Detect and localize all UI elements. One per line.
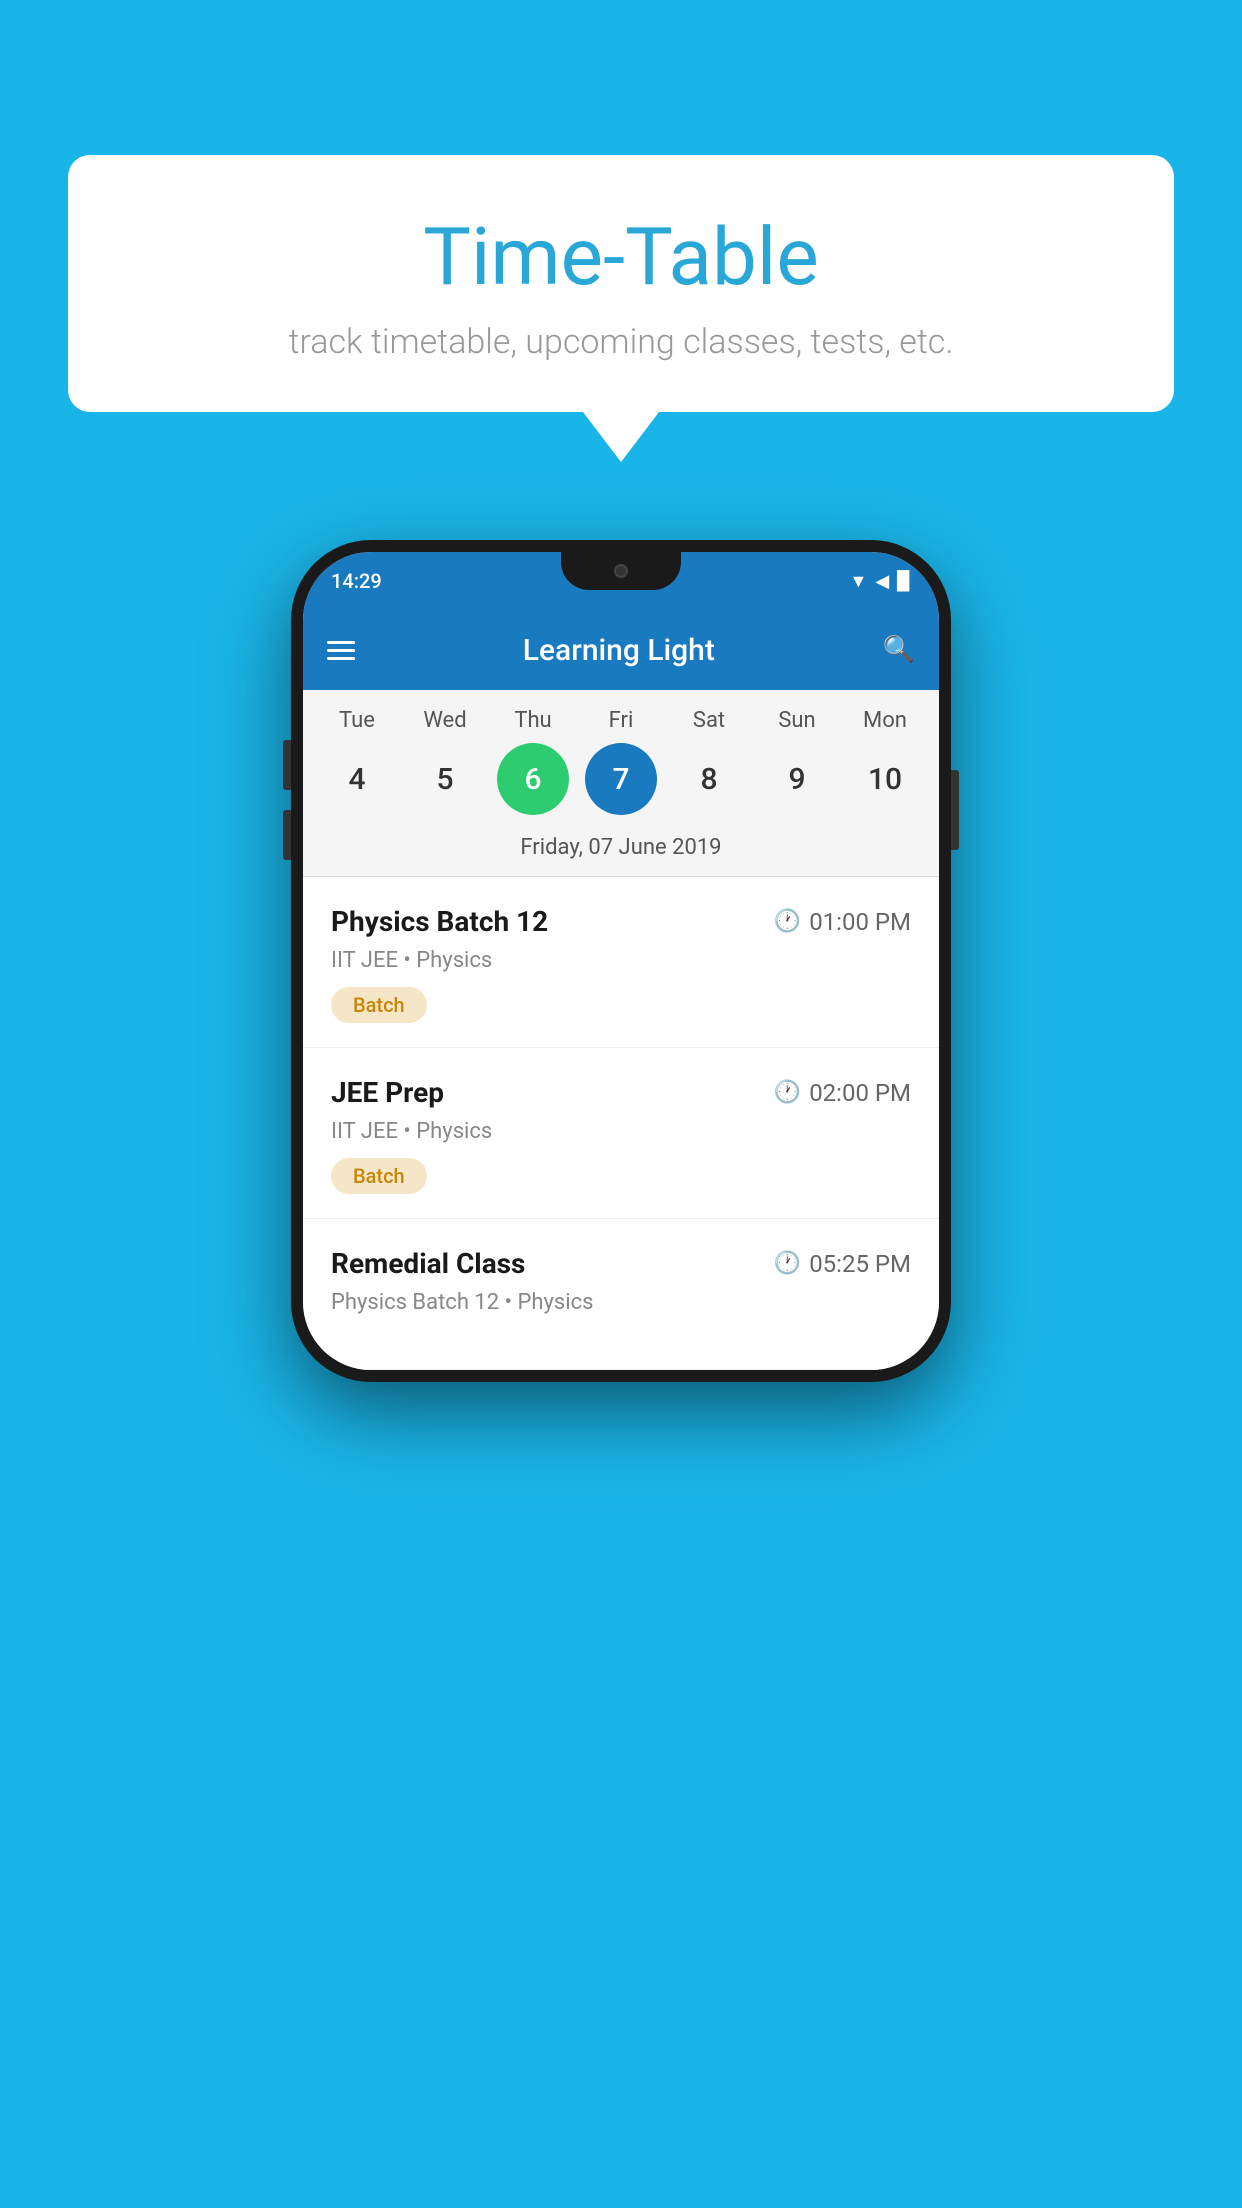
day-names-row: Tue Wed Thu Fri Sat Sun Mon [303, 708, 939, 733]
class-time-1: 🕐 01:00 PM [774, 908, 911, 936]
volume-down-button [283, 810, 291, 860]
class-time-3: 🕐 05:25 PM [774, 1250, 911, 1278]
day-name-fri: Fri [581, 708, 661, 733]
wifi-icon: ▼ [849, 571, 867, 592]
class-item-3-header: Remedial Class 🕐 05:25 PM [331, 1247, 911, 1280]
day-6-today[interactable]: 6 [497, 743, 569, 815]
day-4[interactable]: 4 [321, 743, 393, 815]
signal-icon: ◀ [875, 571, 889, 592]
speech-bubble-arrow [583, 412, 659, 462]
class-item-2-header: JEE Prep 🕐 02:00 PM [331, 1076, 911, 1109]
day-10[interactable]: 10 [849, 743, 921, 815]
class-subject-1: IIT JEE • Physics [331, 948, 911, 973]
search-button[interactable]: 🔍 [883, 635, 915, 665]
menu-button[interactable] [327, 641, 355, 660]
day-8[interactable]: 8 [673, 743, 745, 815]
camera-dot [614, 564, 628, 578]
time-value-3: 05:25 PM [809, 1250, 911, 1278]
day-9[interactable]: 9 [761, 743, 833, 815]
class-item-2[interactable]: JEE Prep 🕐 02:00 PM IIT JEE • Physics Ba… [303, 1048, 939, 1219]
speech-bubble-container: Time-Table track timetable, upcoming cla… [68, 155, 1174, 462]
hamburger-line-3 [327, 657, 355, 660]
calendar-strip: Tue Wed Thu Fri Sat Sun Mon 4 5 6 7 8 9 … [303, 690, 939, 877]
phone-notch [561, 552, 681, 590]
day-name-tue: Tue [317, 708, 397, 733]
day-name-wed: Wed [405, 708, 485, 733]
class-subject-3: Physics Batch 12 • Physics [331, 1290, 911, 1315]
status-time: 14:29 [331, 569, 382, 593]
power-button [951, 770, 959, 850]
batch-badge-1: Batch [331, 987, 427, 1023]
status-icons: ▼ ◀ ▉ [849, 571, 911, 592]
time-value-1: 01:00 PM [809, 908, 911, 936]
class-name-3: Remedial Class [331, 1247, 525, 1280]
clock-icon-1: 🕐 [774, 909, 801, 934]
class-item-1[interactable]: Physics Batch 12 🕐 01:00 PM IIT JEE • Ph… [303, 877, 939, 1048]
phone-mockup: 14:29 ▼ ◀ ▉ Learning Light 🔍 [291, 540, 951, 1382]
phone-outer: 14:29 ▼ ◀ ▉ Learning Light 🔍 [291, 540, 951, 1382]
app-header: Learning Light 🔍 [303, 610, 939, 690]
class-time-2: 🕐 02:00 PM [774, 1079, 911, 1107]
class-list: Physics Batch 12 🕐 01:00 PM IIT JEE • Ph… [303, 877, 939, 1370]
status-bar: 14:29 ▼ ◀ ▉ [303, 552, 939, 610]
day-7-selected[interactable]: 7 [585, 743, 657, 815]
day-numbers-row: 4 5 6 7 8 9 10 [303, 733, 939, 829]
volume-up-button [283, 740, 291, 790]
class-item-1-header: Physics Batch 12 🕐 01:00 PM [331, 905, 911, 938]
hamburger-line-2 [327, 649, 355, 652]
day-name-sun: Sun [757, 708, 837, 733]
app-title: Learning Light [375, 633, 863, 668]
selected-date-label: Friday, 07 June 2019 [303, 829, 939, 877]
phone-screen: 14:29 ▼ ◀ ▉ Learning Light 🔍 [303, 552, 939, 1370]
clock-icon-2: 🕐 [774, 1080, 801, 1105]
class-name-1: Physics Batch 12 [331, 905, 548, 938]
timetable-subtitle: track timetable, upcoming classes, tests… [128, 322, 1114, 362]
batch-badge-2: Batch [331, 1158, 427, 1194]
class-name-2: JEE Prep [331, 1076, 444, 1109]
day-name-thu: Thu [493, 708, 573, 733]
class-subject-2: IIT JEE • Physics [331, 1119, 911, 1144]
day-name-mon: Mon [845, 708, 925, 733]
hamburger-line-1 [327, 641, 355, 644]
clock-icon-3: 🕐 [774, 1251, 801, 1276]
speech-bubble: Time-Table track timetable, upcoming cla… [68, 155, 1174, 412]
class-item-3[interactable]: Remedial Class 🕐 05:25 PM Physics Batch … [303, 1219, 939, 1370]
time-value-2: 02:00 PM [809, 1079, 911, 1107]
day-5[interactable]: 5 [409, 743, 481, 815]
day-name-sat: Sat [669, 708, 749, 733]
battery-icon: ▉ [897, 571, 911, 592]
timetable-title: Time-Table [128, 210, 1114, 304]
